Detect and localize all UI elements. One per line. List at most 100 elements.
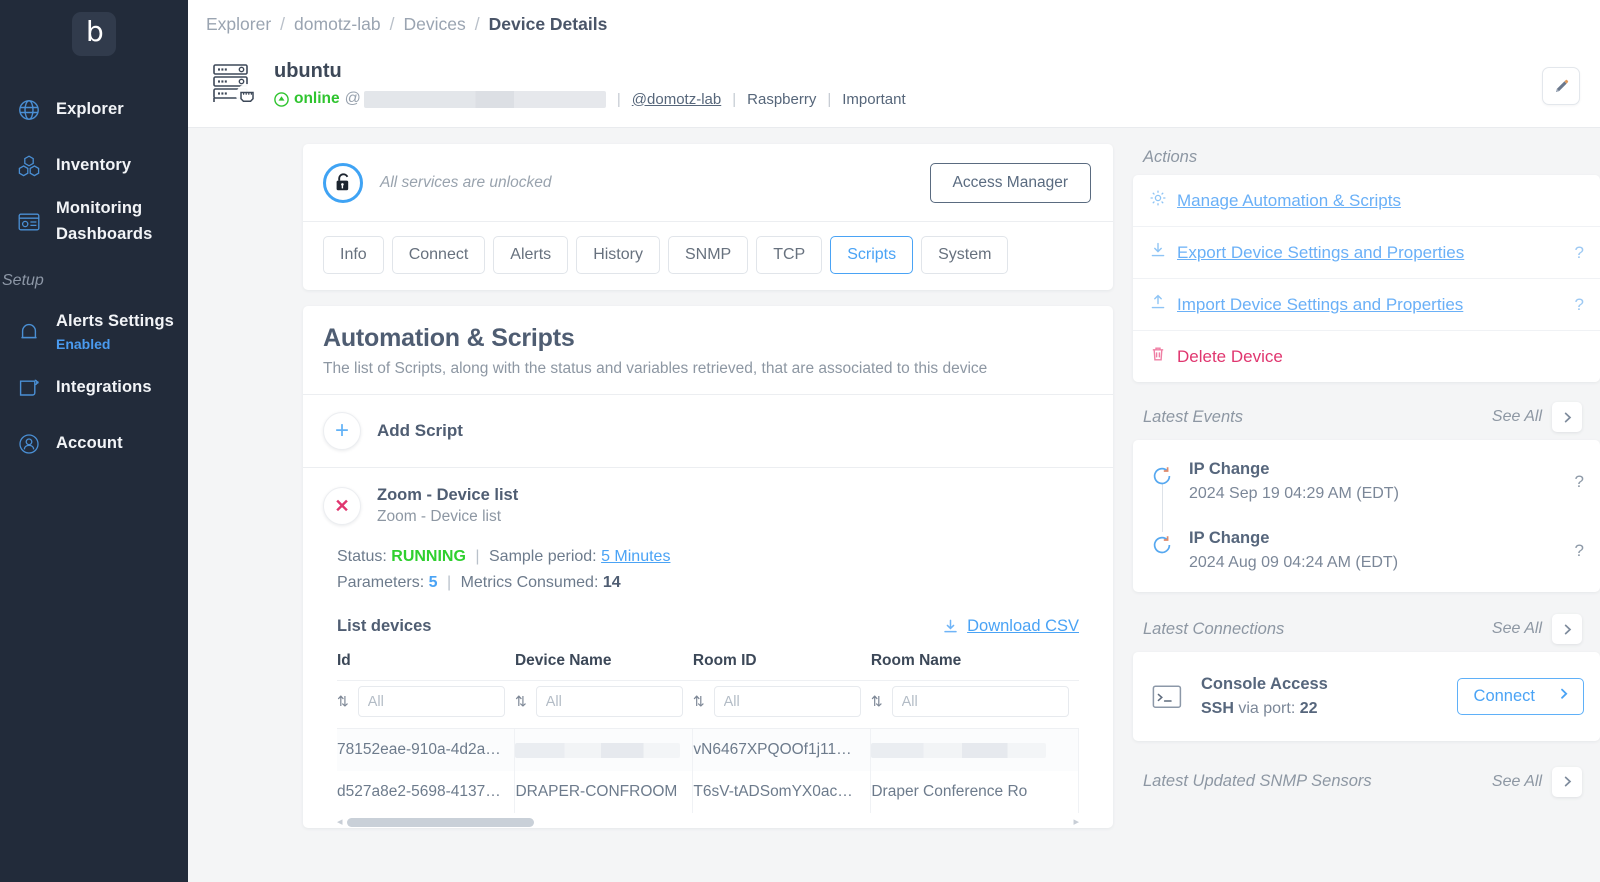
logo-container: d (0, 0, 188, 56)
scrollbar-track[interactable] (347, 818, 1070, 827)
sidebar-item-monitoring-dashboards[interactable]: Monitoring Dashboards (0, 194, 188, 250)
device-tag[interactable]: Raspberry (747, 91, 816, 108)
column-header-device-name[interactable]: Device Name (515, 646, 693, 681)
breadcrumb-item-explorer[interactable]: Explorer (206, 14, 271, 35)
sidebar-item-explorer[interactable]: Explorer (0, 82, 188, 138)
tab-info[interactable]: Info (323, 236, 384, 274)
breadcrumb-item-devices[interactable]: Devices (404, 14, 466, 35)
unlock-icon (323, 163, 363, 203)
filter-input-room-id[interactable] (714, 686, 861, 717)
sort-updown-icon[interactable]: ⇅ (871, 693, 883, 710)
cell-id: d527a8e2-5698-4137-8... (337, 771, 515, 813)
integrations-icon (12, 371, 46, 405)
sidebar-item-inventory[interactable]: Inventory (0, 138, 188, 194)
cell-room-id: T6sV-tADSomYX0acU... (693, 771, 871, 813)
add-script-label: Add Script (377, 421, 463, 441)
action-label: Import Device Settings and Properties (1177, 295, 1565, 315)
devices-table-wrap: Id Device Name Room ID Room Name ⇅ (337, 646, 1079, 813)
see-all-snmp[interactable]: See All (1492, 773, 1542, 791)
chevron-right-icon[interactable] (1552, 767, 1582, 797)
domotz-logo[interactable]: d (72, 12, 116, 56)
domotz-logo-icon: d (86, 18, 104, 46)
parameters-label: Parameters: (337, 574, 424, 591)
app-root: d Explorer (0, 0, 1600, 882)
action-delete-device[interactable]: Delete Device (1133, 331, 1600, 382)
see-all-events[interactable]: See All (1492, 408, 1542, 426)
latest-connections-title: Latest Connections (1143, 620, 1284, 639)
event-item[interactable]: IP Change 2024 Sep 19 04:29 AM (EDT) ? (1149, 452, 1584, 521)
action-manage-automation-scripts[interactable]: Manage Automation & Scripts (1133, 175, 1600, 227)
edit-device-button[interactable] (1542, 67, 1580, 105)
download-icon (942, 618, 959, 635)
sort-updown-icon[interactable]: ⇅ (337, 693, 349, 710)
breadcrumb-separator: / (475, 14, 480, 35)
column-header-room-id[interactable]: Room ID (693, 646, 871, 681)
download-icon (1149, 241, 1167, 264)
x-icon[interactable]: ✕ (323, 487, 361, 525)
plus-icon: + (323, 412, 361, 450)
download-csv-link[interactable]: Download CSV (942, 617, 1079, 636)
filter-input-id[interactable] (358, 686, 505, 717)
script-status-line1: Status: RUNNING | Sample period: 5 Minut… (337, 544, 1093, 570)
connect-button[interactable]: Connect (1457, 678, 1584, 715)
chevron-right-icon (1557, 687, 1571, 706)
download-csv-label: Download CSV (967, 617, 1079, 636)
action-label: Manage Automation & Scripts (1177, 191, 1584, 211)
parameters-value[interactable]: 5 (429, 574, 438, 591)
table-horizontal-scrollbar[interactable]: ◂ ▸ (337, 813, 1079, 828)
tab-connect[interactable]: Connect (392, 236, 486, 274)
scrollbar-thumb[interactable] (347, 818, 535, 827)
device-tag[interactable]: Important (842, 91, 905, 108)
column-header-id[interactable]: Id (337, 646, 515, 681)
breadcrumb-item-domotz-lab[interactable]: domotz-lab (294, 14, 381, 35)
help-icon[interactable]: ? (1575, 527, 1584, 561)
help-icon[interactable]: ? (1575, 458, 1584, 492)
table-row[interactable]: d527a8e2-5698-4137-8... DRAPER-CONFROOM … (337, 771, 1079, 813)
device-agent-link[interactable]: @domotz-lab (632, 91, 721, 108)
actions-group-header: Actions (1133, 142, 1600, 175)
sidebar-item-alerts-settings[interactable]: Alerts Settings Enabled (0, 304, 188, 360)
sample-period-value[interactable]: 5 Minutes (601, 548, 670, 565)
action-export-device-settings[interactable]: Export Device Settings and Properties ? (1133, 227, 1600, 279)
trash-icon (1149, 345, 1167, 368)
script-name: Zoom - Device list (377, 484, 518, 506)
tab-system[interactable]: System (921, 236, 1008, 274)
chevron-right-icon[interactable] (1552, 402, 1582, 432)
filter-input-room-name[interactable] (892, 686, 1069, 717)
action-import-device-settings[interactable]: Import Device Settings and Properties ? (1133, 279, 1600, 331)
tab-alerts[interactable]: Alerts (493, 236, 568, 274)
redacted-value (871, 743, 1046, 758)
cell-room-name: Draper Conference Ro (871, 771, 1079, 813)
table-row[interactable]: 78152eae-910a-4d2a-a... vN6467XPQOOf1j11… (337, 729, 1079, 772)
see-all-connections[interactable]: See All (1492, 620, 1542, 638)
device-header: ubuntu online @ | @domotz-lab (188, 47, 1600, 127)
left-content-column: All services are unlocked Access Manager… (188, 128, 1113, 882)
column-header-room-name[interactable]: Room Name (871, 646, 1079, 681)
sidebar-item-account[interactable]: Account (0, 416, 188, 472)
sidebar-item-integrations[interactable]: Integrations (0, 360, 188, 416)
event-item[interactable]: IP Change 2024 Aug 09 04:24 AM (EDT) ? (1149, 521, 1584, 578)
device-meta: ubuntu online @ | @domotz-lab (274, 55, 1542, 108)
filter-input-device-name[interactable] (536, 686, 683, 717)
breadcrumb-separator: / (280, 14, 285, 35)
scroll-left-arrow-icon[interactable]: ◂ (337, 817, 343, 828)
sort-updown-icon[interactable]: ⇅ (515, 693, 527, 710)
chevron-right-icon[interactable] (1552, 614, 1582, 644)
tab-scripts[interactable]: Scripts (830, 236, 913, 274)
add-script-button[interactable]: + Add Script (303, 395, 1113, 468)
actions-panel: Manage Automation & Scripts Export Devic… (1133, 175, 1600, 382)
online-up-icon (274, 92, 289, 107)
help-icon[interactable]: ? (1575, 243, 1584, 263)
left-sidebar: d Explorer (0, 0, 188, 882)
tab-tcp[interactable]: TCP (756, 236, 822, 274)
connection-protocol: SSH (1201, 700, 1234, 717)
script-status-block: Status: RUNNING | Sample period: 5 Minut… (337, 544, 1093, 595)
tab-history[interactable]: History (576, 236, 660, 274)
access-manager-button[interactable]: Access Manager (930, 163, 1091, 203)
sort-updown-icon[interactable]: ⇅ (693, 693, 705, 710)
scroll-right-arrow-icon[interactable]: ▸ (1073, 817, 1079, 828)
terminal-icon (1149, 683, 1185, 711)
help-icon[interactable]: ? (1575, 295, 1584, 315)
tab-snmp[interactable]: SNMP (668, 236, 748, 274)
server-rack-icon (206, 55, 262, 111)
